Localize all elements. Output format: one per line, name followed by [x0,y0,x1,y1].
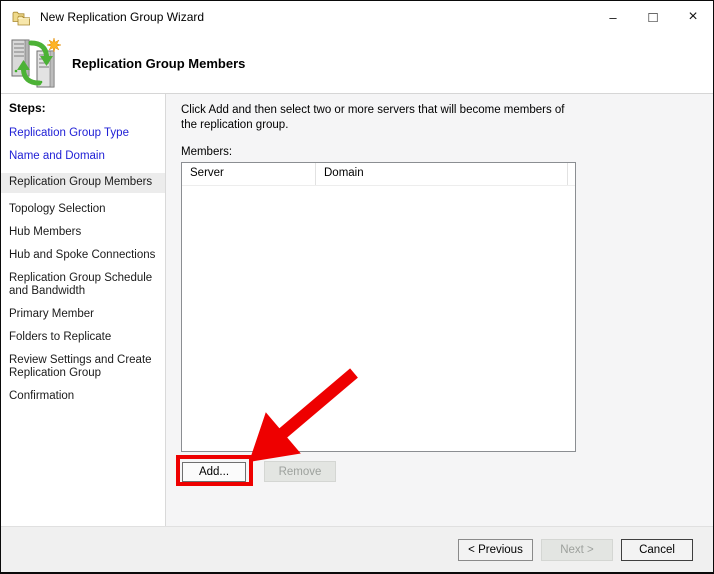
add-button[interactable]: Add... [182,462,246,482]
wizard-body: Steps: Replication Group Type Name and D… [1,94,713,526]
steps-sidebar: Steps: Replication Group Type Name and D… [1,94,166,526]
minimize-icon: – [609,9,617,25]
step-folders-to-replicate: Folders to Replicate [9,331,112,343]
server-column-header[interactable]: Server [182,163,316,185]
step-name-and-domain[interactable]: Name and Domain [9,150,157,163]
wizard-header: Replication Group Members [1,33,713,94]
step-replication-group-type[interactable]: Replication Group Type [9,127,157,140]
step-review-settings: Review Settings and Create Replication G… [9,354,152,379]
steps-heading: Steps: [9,101,46,115]
step-confirmation: Confirmation [9,390,75,402]
close-button[interactable]: × [673,1,713,33]
instruction-text: Click Add and then select two or more se… [181,104,565,131]
members-label: Members: [181,146,233,158]
domain-column-header[interactable]: Domain [316,163,568,185]
maximize-icon: □ [648,8,658,26]
step-hub-and-spoke-connections: Hub and Spoke Connections [9,249,156,261]
next-button: Next > [541,539,613,561]
footer-bar: < Previous Next > Cancel [1,526,713,572]
step-topology-selection: Topology Selection [9,203,106,215]
step-replication-group-members: Replication Group Members [1,173,165,193]
page-title: Replication Group Members [72,55,246,71]
previous-button[interactable]: < Previous [458,539,533,561]
window-title: New Replication Group Wizard [40,10,205,24]
maximize-button[interactable]: □ [633,1,673,33]
members-list[interactable]: Server Domain [181,162,576,452]
minimize-button[interactable]: – [593,1,633,33]
step-schedule-and-bandwidth: Replication Group Schedule and Bandwidth [9,272,153,297]
cancel-button[interactable]: Cancel [621,539,693,561]
members-list-header: Server Domain [182,163,575,186]
title-bar[interactable]: New Replication Group Wizard – □ × [1,1,713,33]
close-icon: × [688,8,698,25]
replication-servers-icon [11,37,61,88]
step-hub-members: Hub Members [9,226,82,238]
step-primary-member: Primary Member [9,308,94,320]
remove-button: Remove [264,461,336,482]
wizard-window: New Replication Group Wizard – □ × Repli… [0,0,714,574]
app-folders-icon [12,11,30,25]
main-panel: Click Add and then select two or more se… [166,94,713,526]
